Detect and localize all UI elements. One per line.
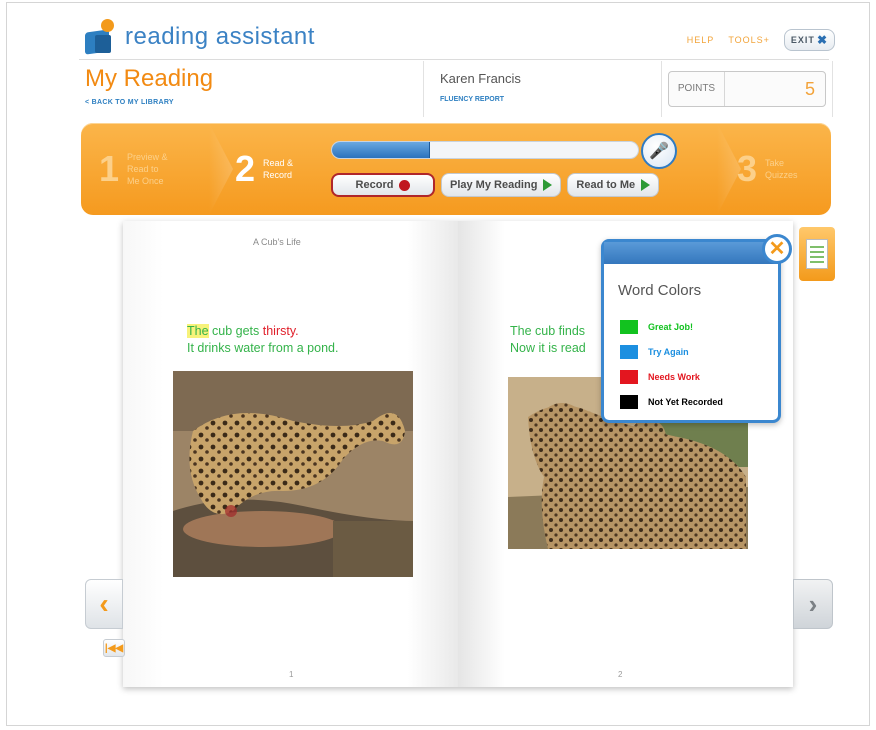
step-2-label: Read & Record — [263, 158, 294, 180]
play-my-reading-label: Play My Reading — [450, 179, 538, 191]
next-page-button[interactable]: › — [793, 579, 833, 629]
step-1-label: Preview & Read to Me Once — [127, 152, 168, 186]
step-bar: 1 Preview & Read to Me Once 2 Read & Rec… — [81, 123, 831, 215]
reading-controls: Record Play My Reading Read to Me — [331, 173, 660, 197]
record-button[interactable]: Record — [331, 173, 435, 197]
needs-work-word[interactable]: thirsty. — [263, 324, 299, 338]
word-color-legend: Great Job! Try Again Needs Work Not Yet … — [620, 314, 723, 414]
step-2-read-record[interactable]: 2 Read & Record — [235, 123, 293, 215]
page-title: My Reading — [85, 65, 214, 92]
page-number-left: 1 — [289, 670, 294, 679]
play-icon — [641, 179, 651, 191]
legend-label: Great Job! — [648, 321, 694, 332]
step-1-number: 1 — [99, 148, 120, 189]
exit-button[interactable]: EXIT ✖ — [783, 29, 835, 51]
reading-progress-fill — [332, 142, 430, 158]
leopard-drinking-photo — [173, 371, 413, 577]
fluency-report-link[interactable]: FLUENCY REPORT — [440, 96, 647, 103]
swatch-blue — [620, 344, 638, 359]
legend-item-try-again: Try Again — [620, 339, 723, 364]
app-frame: reading assistant HELP TOOLS+ EXIT ✖ My … — [6, 2, 870, 726]
legend-item-needs-work: Needs Work — [620, 364, 723, 389]
logo-mark-icon — [83, 19, 119, 55]
points-panel: POINTS 5 — [661, 61, 833, 117]
page-number-right: 2 — [618, 670, 623, 679]
legend-label: Try Again — [648, 346, 689, 357]
chevron-left-icon: ‹ — [99, 588, 109, 619]
skip-to-start-icon: |◀◀ — [104, 642, 124, 654]
student-name: Karen Francis — [440, 71, 521, 86]
logo: reading assistant — [83, 17, 315, 57]
close-popup-icon[interactable]: ✕ — [762, 234, 792, 264]
header-divider — [79, 59, 829, 60]
popup-title: Word Colors — [618, 282, 702, 299]
step-2-number: 2 — [235, 148, 256, 189]
popup-header — [604, 242, 778, 264]
story-text-right[interactable]: The cub finds Now it is read — [510, 323, 586, 357]
step-1-preview[interactable]: 1 Preview & Read to Me Once — [99, 123, 168, 215]
swatch-red — [620, 369, 638, 384]
close-x-icon: ✖ — [816, 33, 828, 47]
title-block: My Reading < BACK TO MY LIBRARY — [85, 65, 213, 106]
tools-link[interactable]: TOOLS+ — [728, 35, 770, 45]
student-info: Karen Francis FLUENCY REPORT — [423, 61, 663, 117]
microphone-icon[interactable]: 🎤 — [641, 133, 677, 169]
swatch-black — [620, 394, 638, 409]
step-3-quizzes[interactable]: 3 Take Quizzes — [737, 123, 798, 215]
help-link[interactable]: HELP — [687, 35, 715, 45]
legend-label: Needs Work — [648, 371, 700, 382]
record-label: Record — [355, 179, 394, 191]
step-separator — [209, 123, 233, 215]
book-title: A Cub's Life — [253, 237, 301, 247]
points-label: POINTS — [669, 72, 725, 106]
read-to-me-button[interactable]: Read to Me — [567, 173, 660, 197]
points-value: 5 — [804, 78, 815, 99]
exit-label: EXIT — [790, 35, 815, 45]
back-to-library-link[interactable]: < BACK TO MY LIBRARY — [85, 99, 213, 106]
current-word[interactable]: The — [187, 324, 209, 338]
logo-text: reading assistant — [125, 23, 315, 50]
document-icon — [806, 239, 828, 269]
word-colors-popup: ✕ Word Colors Great Job! Try Again Needs… — [601, 234, 792, 423]
swatch-green — [620, 319, 638, 334]
first-page-button[interactable]: |◀◀ — [103, 639, 125, 657]
play-my-reading-button[interactable]: Play My Reading — [441, 173, 562, 197]
legend-item-great-job: Great Job! — [620, 314, 723, 339]
legend-label: Not Yet Recorded — [648, 396, 723, 407]
notes-document-button[interactable] — [799, 227, 835, 281]
story-text-left[interactable]: The cub gets thirsty. It drinks water fr… — [187, 323, 338, 357]
record-dot-icon — [399, 179, 411, 191]
reading-progress-bar — [331, 141, 639, 159]
book-page-left: A Cub's Life The cub gets thirsty. It dr… — [123, 221, 458, 687]
chevron-right-icon: › — [808, 588, 818, 619]
legend-item-not-yet-recorded: Not Yet Recorded — [620, 389, 723, 414]
step-3-number: 3 — [737, 148, 758, 189]
read-to-me-label: Read to Me — [576, 179, 636, 191]
points-display: POINTS 5 — [668, 71, 826, 107]
previous-page-button[interactable]: ‹ — [85, 579, 123, 629]
play-icon — [543, 179, 553, 191]
step-3-label: Take Quizzes — [765, 158, 798, 180]
top-links: HELP TOOLS+ EXIT ✖ — [687, 29, 835, 51]
